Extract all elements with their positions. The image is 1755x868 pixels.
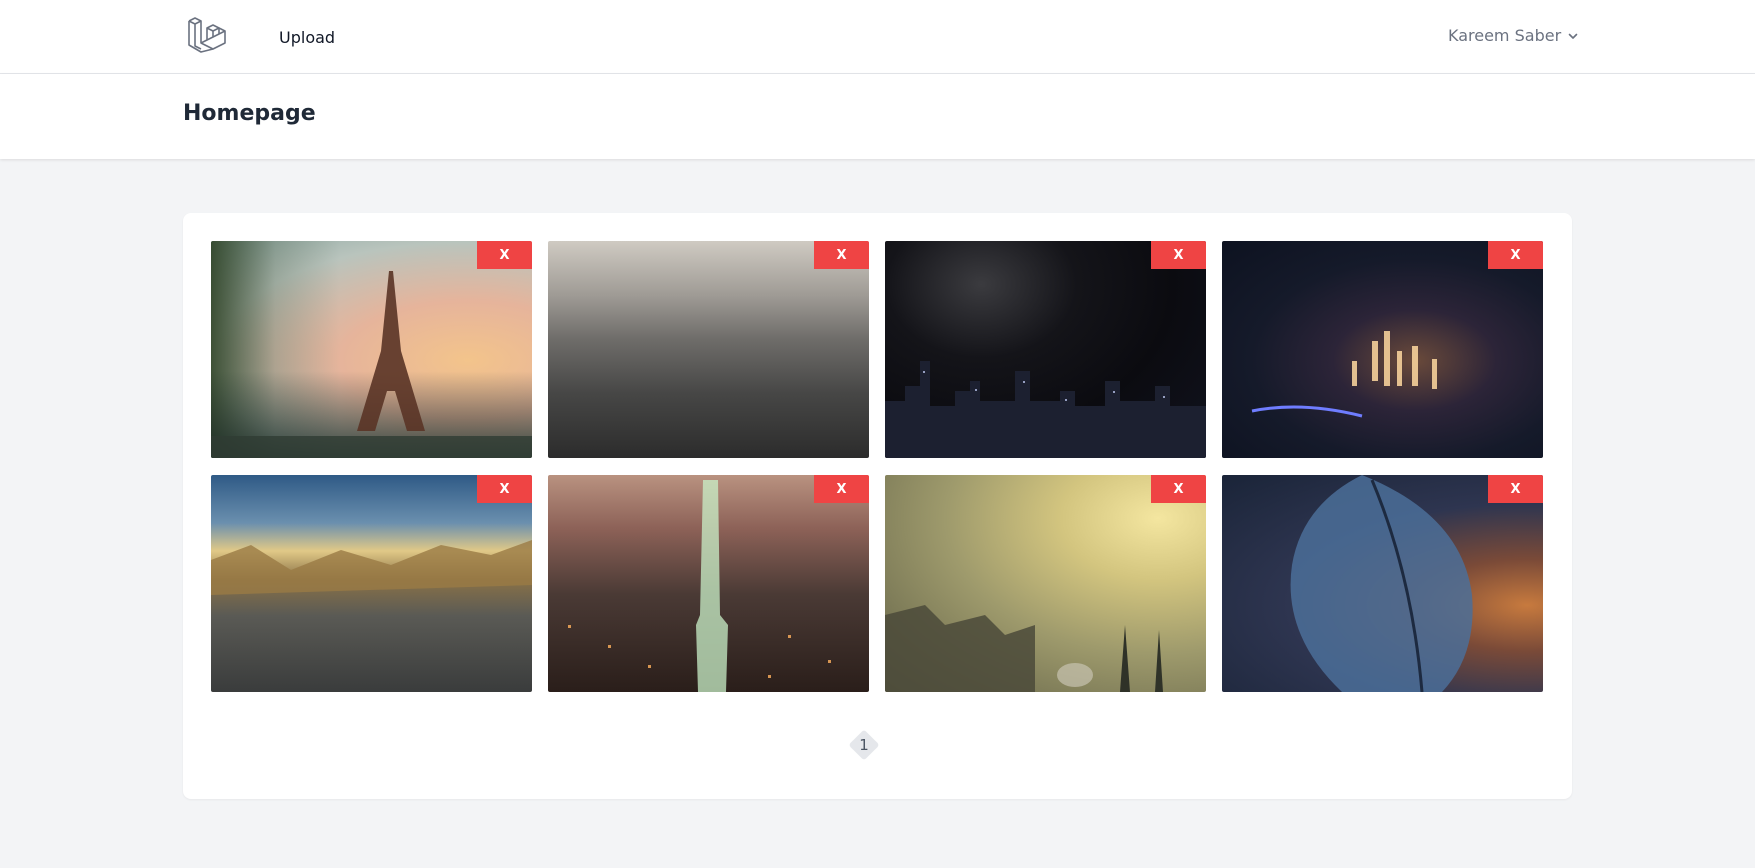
foggy-city-image (548, 241, 869, 458)
delete-image-button[interactable]: X (477, 241, 532, 269)
gallery-image-6[interactable]: X (548, 475, 869, 692)
gallery-image-1[interactable]: X (211, 241, 532, 458)
delete-image-button[interactable]: X (1488, 475, 1543, 503)
gallery-image-2[interactable]: X (548, 241, 869, 458)
laravel-logo-icon[interactable] (186, 15, 228, 57)
page-header: Homepage (0, 74, 1755, 159)
city-lights-icon (1251, 331, 1437, 418)
delete-image-button[interactable]: X (814, 241, 869, 269)
leaf-shape-icon (1290, 475, 1473, 692)
delete-image-button[interactable]: X (1151, 475, 1206, 503)
mountain-ridge-icon (211, 540, 532, 595)
gallery-card: X X X X X X X X 1 (183, 213, 1572, 799)
page-number-current[interactable]: 1 (849, 730, 879, 760)
pagination: 1 (848, 729, 880, 761)
tower-shape-icon (568, 480, 831, 692)
delete-image-button[interactable]: X (477, 475, 532, 503)
gallery-image-7[interactable]: X (885, 475, 1206, 692)
user-menu-dropdown[interactable]: Kareem Saber (1448, 26, 1579, 45)
delete-image-button[interactable]: X (1151, 241, 1206, 269)
delete-image-button[interactable]: X (1488, 241, 1543, 269)
gallery-image-3[interactable]: X (885, 241, 1206, 458)
delete-image-button[interactable]: X (814, 475, 869, 503)
page-title: Homepage (183, 101, 316, 126)
chevron-down-icon (1568, 33, 1578, 39)
eiffel-tower-shape-icon (211, 271, 532, 458)
gallery-image-8[interactable]: X (1222, 475, 1543, 692)
harbor-silhouette-icon (885, 605, 1163, 692)
gallery-image-5[interactable]: X (211, 475, 532, 692)
top-navigation: Upload Kareem Saber (0, 0, 1755, 74)
nav-link-upload[interactable]: Upload (279, 28, 335, 47)
skyline-silhouette-icon (885, 361, 1206, 458)
gallery-image-4[interactable]: X (1222, 241, 1543, 458)
user-name: Kareem Saber (1448, 26, 1562, 45)
